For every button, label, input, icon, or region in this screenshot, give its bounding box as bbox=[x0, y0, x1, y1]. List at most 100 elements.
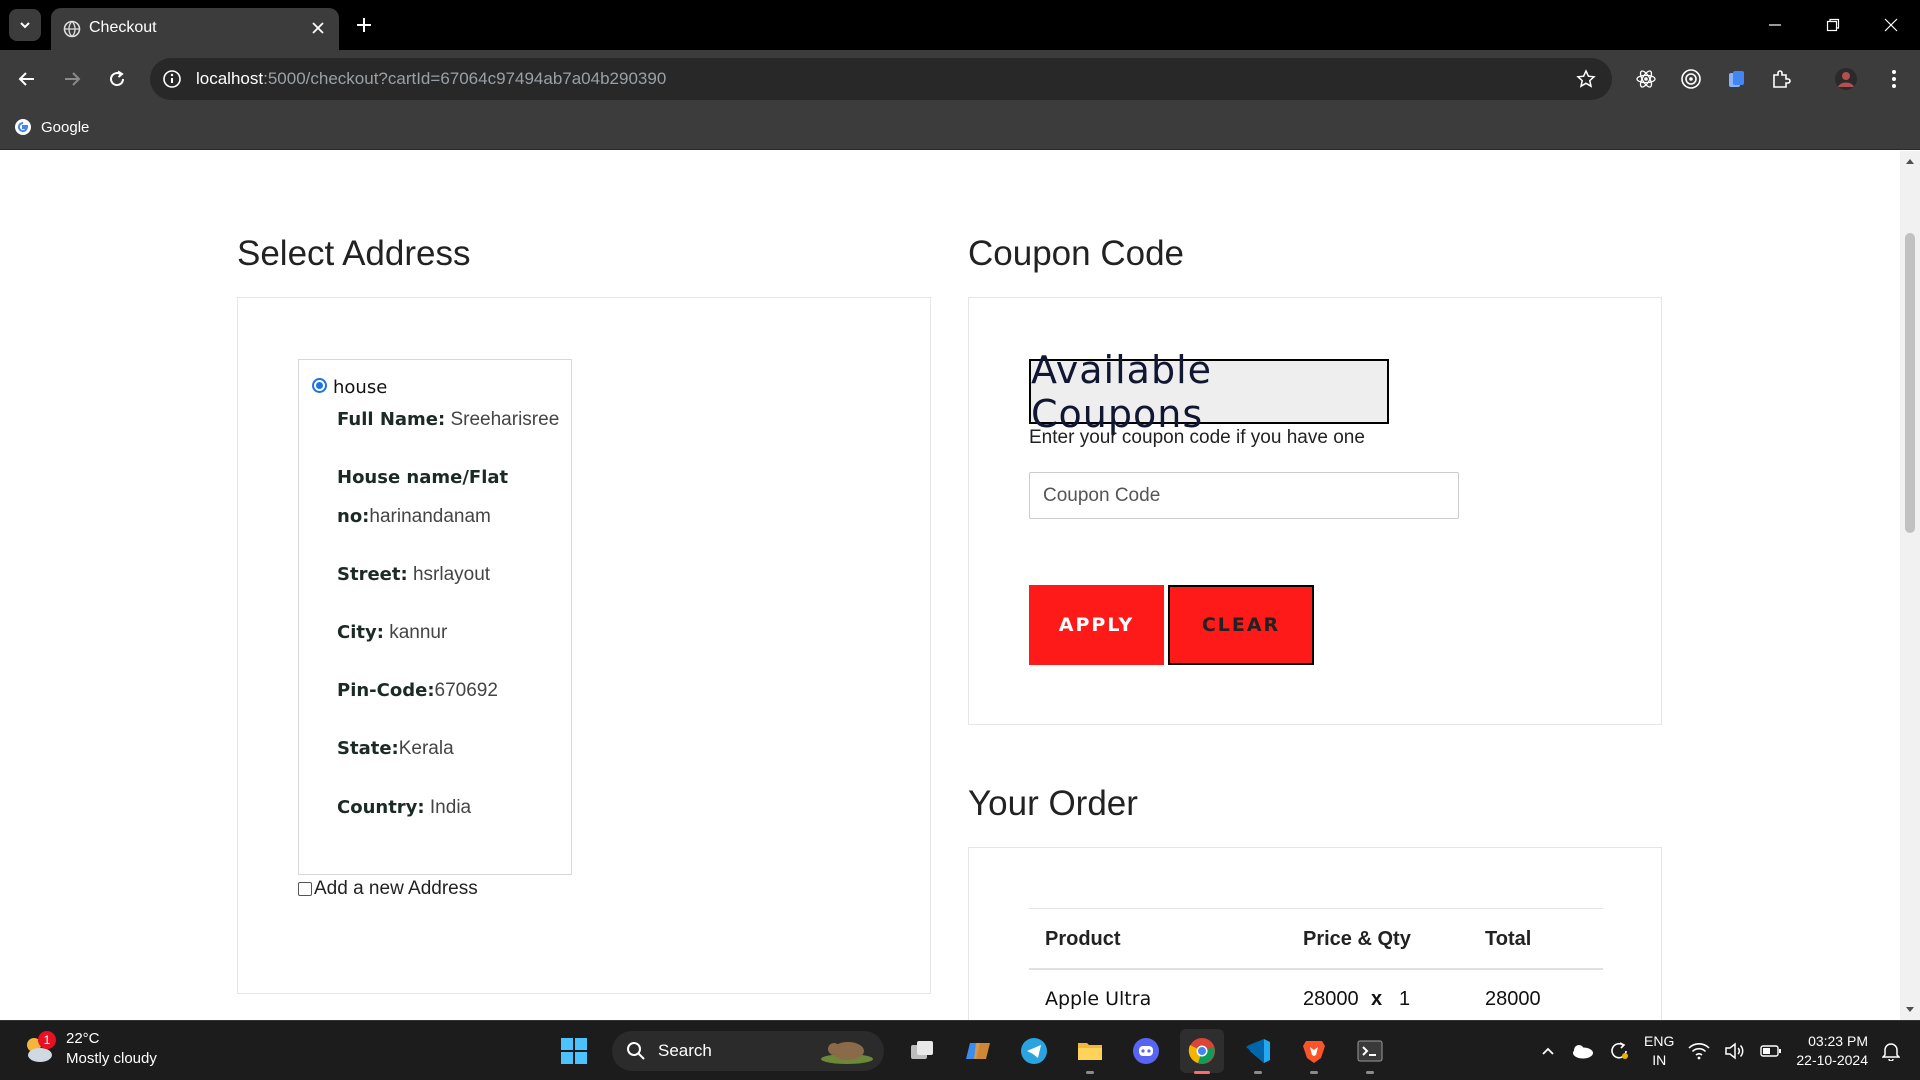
new-tab-button[interactable] bbox=[350, 11, 378, 39]
coupon-input[interactable] bbox=[1029, 472, 1459, 519]
running-indicator bbox=[1310, 1071, 1318, 1074]
tab-title: Checkout bbox=[89, 19, 157, 36]
page-scrollbar[interactable] bbox=[1900, 151, 1920, 1020]
bookmark-label: Google bbox=[41, 118, 90, 136]
start-button[interactable] bbox=[552, 1029, 596, 1073]
restore-button[interactable] bbox=[1804, 0, 1862, 50]
extension-target-button[interactable] bbox=[1677, 65, 1705, 93]
discord-button[interactable] bbox=[1124, 1029, 1168, 1073]
copilot-button[interactable] bbox=[956, 1029, 1000, 1073]
address-street: Street: hsrlayout bbox=[337, 564, 491, 585]
address-city: City: kannur bbox=[337, 622, 448, 643]
clear-coupon-button[interactable]: CLEAR bbox=[1168, 585, 1314, 665]
add-new-address-checkbox[interactable] bbox=[298, 882, 312, 896]
row-qty: 1 bbox=[1399, 988, 1411, 1010]
bookmark-google[interactable]: Google bbox=[14, 118, 89, 136]
task-view-button[interactable] bbox=[900, 1029, 944, 1073]
weather-text: 22°C Mostly cloudy bbox=[66, 1029, 157, 1069]
chevron-up-icon[interactable] bbox=[1540, 1043, 1556, 1059]
info-icon bbox=[163, 70, 181, 88]
sync-icon[interactable] bbox=[1608, 1040, 1630, 1062]
telegram-icon bbox=[1021, 1038, 1047, 1064]
restore-icon bbox=[1826, 18, 1840, 32]
url-host: localhost bbox=[196, 69, 264, 88]
avatar-icon bbox=[1835, 68, 1857, 90]
vscode-button[interactable] bbox=[1236, 1029, 1280, 1074]
folder-icon bbox=[1078, 1043, 1102, 1060]
tab-close-button[interactable] bbox=[307, 17, 329, 39]
arrow-left-icon bbox=[18, 72, 34, 86]
extension-files-button[interactable] bbox=[1722, 65, 1750, 93]
address-bar[interactable]: localhost:5000/checkout?cartId=67064c974… bbox=[150, 58, 1612, 100]
tab-search-button[interactable] bbox=[9, 9, 41, 41]
available-coupons-heading[interactable]: Available Coupons bbox=[1029, 348, 1389, 436]
weather-widget[interactable]: 1 22°C Mostly cloudy bbox=[20, 1029, 157, 1069]
puzzle-icon bbox=[1773, 70, 1791, 88]
scrollbar-thumb[interactable] bbox=[1905, 233, 1915, 533]
react-icon bbox=[1636, 70, 1656, 88]
notification-bell-icon[interactable] bbox=[1882, 1041, 1900, 1061]
volume-icon[interactable] bbox=[1724, 1042, 1746, 1060]
running-indicator bbox=[1254, 1071, 1262, 1074]
address-type: house bbox=[333, 377, 388, 398]
address-card[interactable]: house Full Name: Sreeharisree House name… bbox=[298, 359, 572, 875]
address-state: State:Kerala bbox=[337, 738, 454, 759]
row-times: x bbox=[1371, 988, 1383, 1010]
weather-badge: 1 bbox=[38, 1031, 56, 1049]
language-indicator[interactable]: ENG IN bbox=[1644, 1032, 1674, 1070]
target-icon bbox=[1681, 69, 1701, 89]
address-house: House name/Flat no:harinandanam bbox=[337, 467, 509, 527]
telegram-button[interactable] bbox=[1012, 1029, 1056, 1073]
terminal-button[interactable] bbox=[1348, 1029, 1392, 1074]
address-country: Country: India bbox=[337, 797, 472, 818]
vscode-icon bbox=[1246, 1039, 1270, 1063]
scroll-down-arrow-icon[interactable] bbox=[1904, 1004, 1916, 1016]
checkout-page: Select Address house Full Name: Sreehari… bbox=[0, 151, 1900, 1020]
onedrive-cloud-icon[interactable] bbox=[1570, 1043, 1594, 1059]
coupon-section-title: Coupon Code bbox=[968, 234, 1184, 273]
tab-strip: Checkout bbox=[0, 0, 1920, 50]
site-info-button[interactable] bbox=[160, 67, 184, 91]
clock-date: 22-10-2024 bbox=[1796, 1052, 1868, 1068]
address-radio[interactable] bbox=[312, 378, 327, 393]
minimize-button[interactable] bbox=[1746, 0, 1804, 50]
browser-menu-button[interactable] bbox=[1880, 65, 1908, 93]
order-panel: Product Price & Qty Total Apple Ultra 28… bbox=[968, 847, 1662, 1020]
chrome-icon bbox=[1188, 1038, 1215, 1064]
chrome-button[interactable] bbox=[1180, 1029, 1224, 1074]
tab-checkout[interactable]: Checkout bbox=[51, 8, 339, 50]
close-window-button[interactable] bbox=[1862, 0, 1920, 50]
search-icon bbox=[627, 1042, 645, 1060]
wifi-icon[interactable] bbox=[1688, 1042, 1710, 1060]
clock[interactable]: 03:23 PM 22-10-2024 bbox=[1796, 1032, 1868, 1070]
battery-icon[interactable] bbox=[1760, 1044, 1782, 1058]
profile-avatar-button[interactable] bbox=[1832, 65, 1860, 93]
forward-button[interactable] bbox=[57, 64, 87, 94]
extension-react-button[interactable] bbox=[1632, 65, 1660, 93]
windows-icon bbox=[561, 1038, 587, 1064]
apply-coupon-button[interactable]: APPLY bbox=[1029, 585, 1164, 665]
brave-button[interactable] bbox=[1292, 1029, 1336, 1074]
reload-button[interactable] bbox=[102, 64, 132, 94]
address-panel: house Full Name: Sreeharisree House name… bbox=[237, 297, 931, 994]
reload-icon bbox=[110, 70, 125, 87]
running-indicator bbox=[1194, 1071, 1210, 1074]
globe-icon bbox=[63, 20, 81, 38]
task-view-icon bbox=[911, 1041, 933, 1059]
weather-desc: Mostly cloudy bbox=[66, 1050, 157, 1067]
taskbar-search[interactable]: Search bbox=[612, 1031, 884, 1071]
chevron-down-icon bbox=[20, 22, 30, 29]
lang-line-2: IN bbox=[1652, 1052, 1667, 1068]
url-text: localhost:5000/checkout?cartId=67064c974… bbox=[196, 69, 666, 89]
row-total: 28000 bbox=[1485, 988, 1541, 1010]
bookmark-star-button[interactable] bbox=[1574, 67, 1598, 91]
url-path: :5000/checkout?cartId=67064c97494ab7a04b… bbox=[263, 69, 667, 88]
star-icon bbox=[1576, 69, 1596, 88]
add-new-address[interactable]: Add a new Address bbox=[298, 878, 478, 900]
cloud-sun-icon: 1 bbox=[20, 1031, 56, 1067]
arrow-right-icon bbox=[65, 72, 81, 86]
scroll-up-arrow-icon[interactable] bbox=[1904, 155, 1916, 167]
file-explorer-button[interactable] bbox=[1068, 1029, 1112, 1074]
extensions-button[interactable] bbox=[1767, 65, 1795, 93]
back-button[interactable] bbox=[12, 64, 42, 94]
